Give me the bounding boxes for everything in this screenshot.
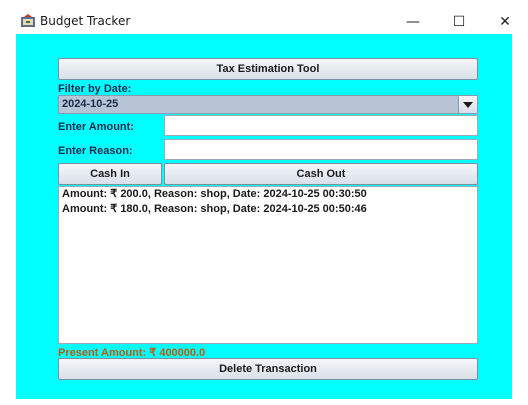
date-filter-select[interactable]: 2024-10-25: [58, 95, 478, 114]
title-bar: Budget Tracker — ☐ ✕: [16, 10, 528, 34]
close-button[interactable]: ✕: [482, 10, 528, 34]
window-content: Tax Estimation Tool Filter by Date: 2024…: [16, 34, 512, 399]
window-title: Budget Tracker: [40, 14, 131, 28]
reason-input[interactable]: [164, 139, 478, 160]
chevron-down-icon[interactable]: [458, 96, 477, 113]
app-icon: [21, 14, 35, 27]
filter-label: Filter by Date:: [58, 83, 132, 95]
maximize-icon: ☐: [452, 14, 466, 30]
list-item[interactable]: Amount: ₹ 200.0, Reason: shop, Date: 202…: [59, 187, 477, 202]
amount-input[interactable]: [164, 115, 478, 136]
list-item[interactable]: Amount: ₹ 180.0, Reason: shop, Date: 202…: [59, 202, 477, 217]
transaction-list[interactable]: Amount: ₹ 200.0, Reason: shop, Date: 202…: [58, 186, 478, 344]
minimize-icon: —: [406, 14, 420, 30]
close-icon: ✕: [499, 14, 511, 30]
date-filter-value: 2024-10-25: [62, 98, 119, 110]
reason-label: Enter Reason:: [58, 145, 133, 157]
tax-estimation-button[interactable]: Tax Estimation Tool: [58, 58, 478, 80]
cash-out-button[interactable]: Cash Out: [164, 163, 478, 185]
delete-transaction-button[interactable]: Delete Transaction: [58, 358, 478, 380]
minimize-button[interactable]: —: [390, 10, 436, 34]
cash-in-button[interactable]: Cash In: [58, 163, 162, 185]
maximize-button[interactable]: ☐: [436, 10, 482, 34]
amount-label: Enter Amount:: [58, 121, 134, 133]
